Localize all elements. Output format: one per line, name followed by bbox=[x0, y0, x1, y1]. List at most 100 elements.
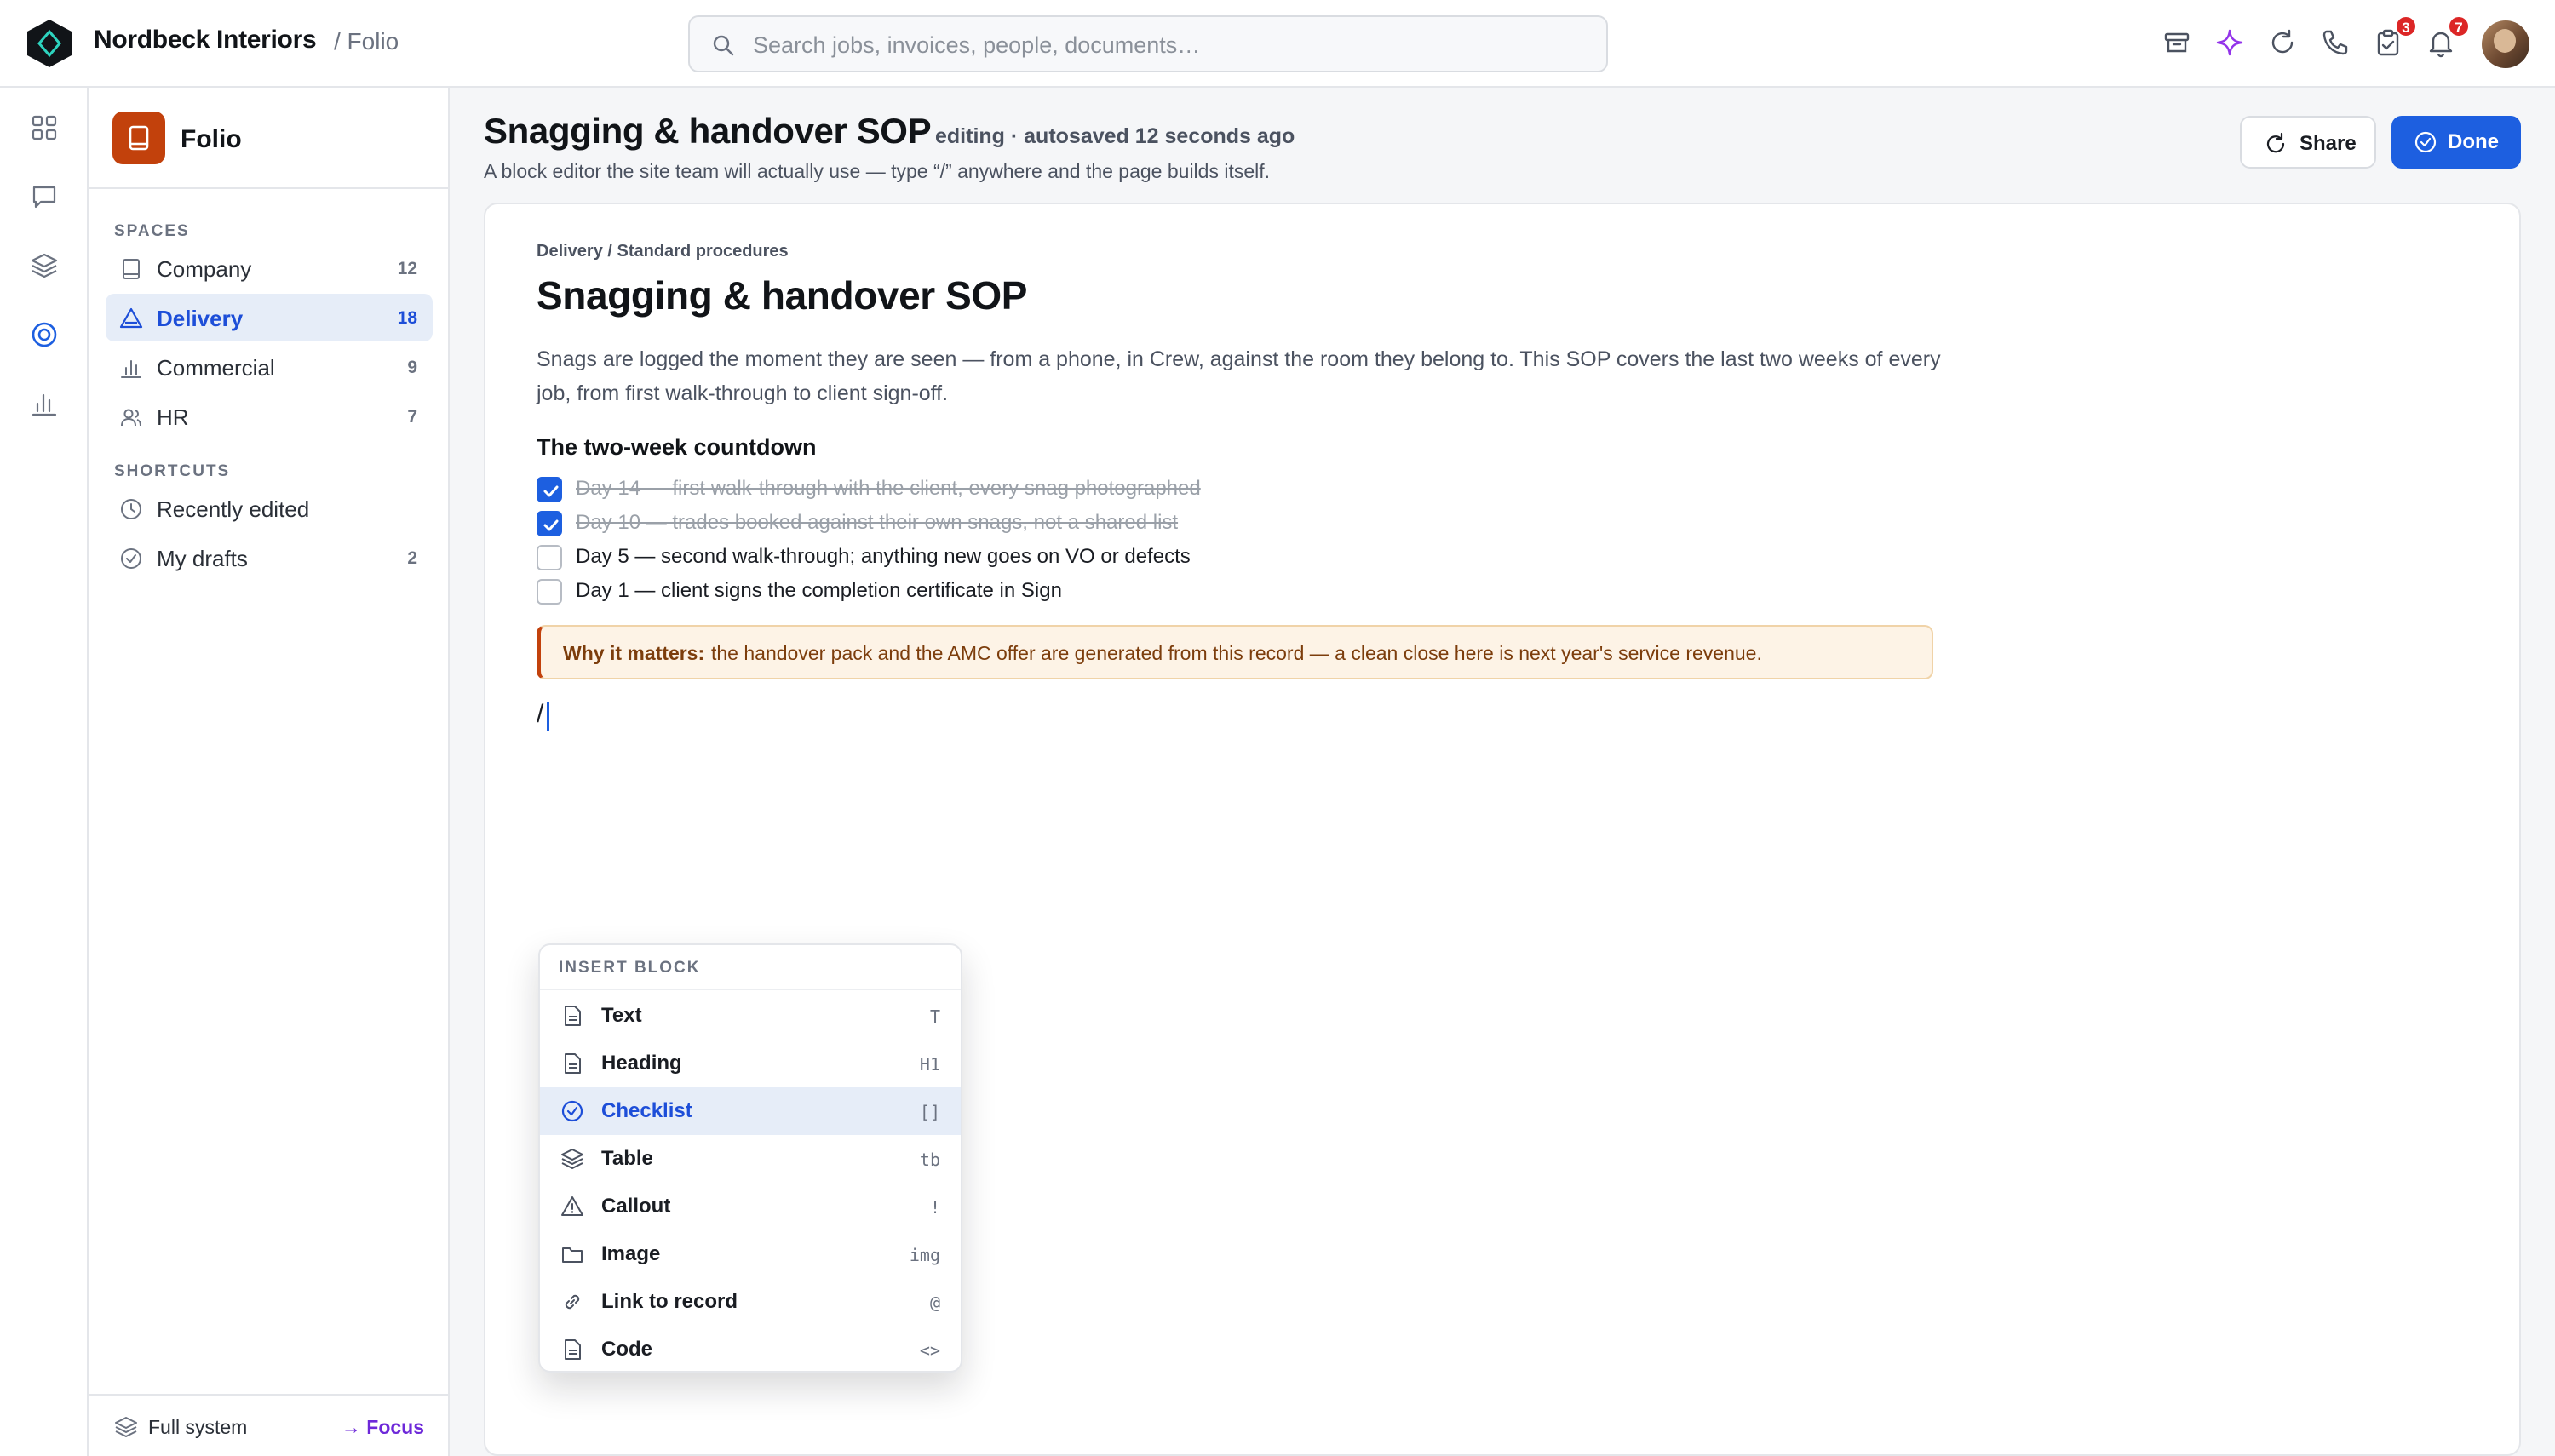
callout-block[interactable]: Why it matters: the handover pack and th… bbox=[537, 625, 1933, 679]
menu-item-shortcut: ! bbox=[929, 1197, 940, 1218]
sidebar-item-label: HR bbox=[157, 404, 189, 430]
menu-item-shortcut: [] bbox=[919, 1102, 940, 1122]
sidebar-item-my-drafts[interactable]: My drafts 2 bbox=[106, 534, 433, 582]
menu-item-label: Link to record bbox=[601, 1290, 738, 1313]
checkbox-unchecked[interactable] bbox=[537, 545, 562, 570]
sidebar-item-count: 7 bbox=[407, 407, 417, 427]
share-label: Share bbox=[2300, 132, 2357, 155]
notifications-count-badge: 7 bbox=[2448, 15, 2470, 37]
search-icon bbox=[713, 35, 734, 56]
sidebar-item-company[interactable]: Company 12 bbox=[106, 244, 433, 292]
spaces-heading: SPACES bbox=[114, 222, 190, 240]
check-circle-icon bbox=[561, 1100, 583, 1122]
slash-command-input[interactable]: / bbox=[537, 700, 543, 729]
phone-icon[interactable] bbox=[2320, 27, 2351, 58]
sidebar-item-delivery[interactable]: Delivery 18 bbox=[106, 294, 433, 341]
folder-icon bbox=[562, 1247, 583, 1263]
refresh-icon[interactable] bbox=[2267, 27, 2298, 58]
menu-item-link-to-record[interactable]: Link to record @ bbox=[540, 1278, 961, 1326]
layers-icon bbox=[561, 1149, 583, 1169]
top-bar: Nordbeck Interiors / Folio Search jobs, … bbox=[0, 0, 2555, 88]
page-title: Snagging & handover SOP bbox=[484, 111, 932, 151]
nordbeck-logo-icon[interactable] bbox=[26, 18, 73, 69]
checklist-item[interactable]: Day 10 — trades booked against their own… bbox=[537, 507, 1559, 538]
checklist-item-text: Day 1 — client signs the completion cert… bbox=[576, 579, 1062, 602]
sidebar-item-recently-edited[interactable]: Recently edited bbox=[106, 484, 433, 532]
menu-item-table[interactable]: Table tb bbox=[540, 1135, 961, 1183]
sidebar-footer: Full system → Focus bbox=[89, 1394, 448, 1456]
shortcuts-heading: SHORTCUTS bbox=[114, 462, 231, 480]
done-button[interactable]: Done bbox=[2391, 116, 2521, 169]
menu-item-shortcut: T bbox=[929, 1006, 940, 1027]
warning-triangle-icon bbox=[119, 307, 143, 329]
menu-item-label: Callout bbox=[601, 1195, 671, 1218]
menu-item-text[interactable]: Text T bbox=[540, 992, 961, 1040]
app-rail bbox=[0, 88, 89, 1456]
check-circle-icon bbox=[2414, 131, 2437, 153]
search-input[interactable]: Search jobs, invoices, people, documents… bbox=[753, 32, 1200, 59]
menu-item-shortcut: tb bbox=[919, 1149, 940, 1170]
grid-icon[interactable] bbox=[29, 112, 60, 143]
sidebar-item-count: 9 bbox=[407, 358, 417, 377]
sidebar-item-hr[interactable]: HR 7 bbox=[106, 393, 433, 440]
full-system-link[interactable]: Full system bbox=[148, 1416, 247, 1439]
checkmark-icon bbox=[543, 519, 559, 531]
document-title[interactable]: Snagging & handover SOP bbox=[537, 272, 1027, 318]
checklist-item[interactable]: Day 1 — client signs the completion cert… bbox=[537, 576, 1559, 606]
sidebar-item-label: Recently edited bbox=[157, 496, 310, 522]
checklist-item[interactable]: Day 14 — first walk-through with the cli… bbox=[537, 473, 1559, 504]
text-block[interactable]: Snags are logged the moment they are see… bbox=[537, 342, 1950, 410]
menu-item-callout[interactable]: Callout ! bbox=[540, 1183, 961, 1230]
folio-sidebar: Folio SPACES Company 12 Delivery 18 Comm… bbox=[89, 88, 450, 1456]
callout-text: the handover pack and the AMC offer are … bbox=[711, 642, 1762, 664]
sidebar-header: Folio bbox=[89, 88, 448, 189]
sparkle-icon[interactable] bbox=[2214, 27, 2245, 58]
refresh-icon bbox=[2266, 132, 2285, 153]
menu-item-code[interactable]: Code <> bbox=[540, 1326, 961, 1371]
callout-title: Why it matters: bbox=[563, 642, 705, 664]
menu-item-label: Text bbox=[601, 1004, 642, 1027]
global-search[interactable]: Search jobs, invoices, people, documents… bbox=[688, 15, 1608, 72]
clock-icon bbox=[121, 499, 141, 519]
menu-item-shortcut: @ bbox=[929, 1293, 940, 1313]
menu-item-label: Checklist bbox=[601, 1099, 692, 1122]
share-button[interactable]: Share bbox=[2240, 116, 2376, 169]
sidebar-item-count: 2 bbox=[407, 548, 417, 568]
menu-item-image[interactable]: Image img bbox=[540, 1230, 961, 1278]
checkbox-checked[interactable] bbox=[537, 511, 562, 536]
menu-header: INSERT BLOCK bbox=[540, 945, 961, 990]
layers-icon[interactable] bbox=[29, 250, 60, 281]
brand-name: Nordbeck Interiors bbox=[94, 26, 317, 54]
sidebar-item-label: Company bbox=[157, 256, 252, 282]
target-icon[interactable] bbox=[29, 319, 60, 350]
document-icon bbox=[565, 1053, 581, 1074]
sidebar-item-commercial[interactable]: Commercial 9 bbox=[106, 343, 433, 391]
archive-icon[interactable] bbox=[2162, 27, 2192, 58]
sidebar-item-count: 18 bbox=[397, 308, 417, 328]
checklist-item[interactable]: Day 5 — second walk-through; anything ne… bbox=[537, 542, 1559, 572]
checklist-item-text: Day 10 — trades booked against their own… bbox=[576, 511, 1179, 534]
app-breadcrumb[interactable]: / Folio bbox=[334, 28, 399, 55]
menu-item-heading[interactable]: Heading H1 bbox=[540, 1040, 961, 1087]
people-icon bbox=[121, 409, 141, 427]
book-icon bbox=[123, 259, 140, 279]
text-caret bbox=[547, 702, 549, 731]
document-icon bbox=[565, 1006, 581, 1026]
checklist-item-text: Day 14 — first walk-through with the cli… bbox=[576, 477, 1201, 500]
chat-icon[interactable] bbox=[29, 181, 60, 212]
layers-icon bbox=[115, 1417, 137, 1437]
heading-block[interactable]: The two-week countdown bbox=[537, 434, 817, 461]
menu-item-checklist[interactable]: Checklist [] bbox=[540, 1087, 961, 1135]
avatar[interactable] bbox=[2482, 20, 2529, 68]
page-subtitle: A block editor the site team will actual… bbox=[484, 160, 1271, 182]
menu-item-label: Image bbox=[601, 1242, 661, 1265]
app-name: Folio bbox=[181, 125, 242, 153]
focus-mode-link[interactable]: → Focus bbox=[342, 1416, 424, 1439]
bar-chart-icon[interactable] bbox=[29, 388, 60, 419]
check-circle-icon bbox=[121, 548, 141, 569]
breadcrumb[interactable]: Delivery / Standard procedures bbox=[537, 242, 789, 261]
checkbox-unchecked[interactable] bbox=[537, 579, 562, 605]
warning-triangle-icon bbox=[561, 1196, 583, 1216]
checkbox-checked[interactable] bbox=[537, 477, 562, 502]
menu-item-shortcut: img bbox=[909, 1245, 940, 1265]
